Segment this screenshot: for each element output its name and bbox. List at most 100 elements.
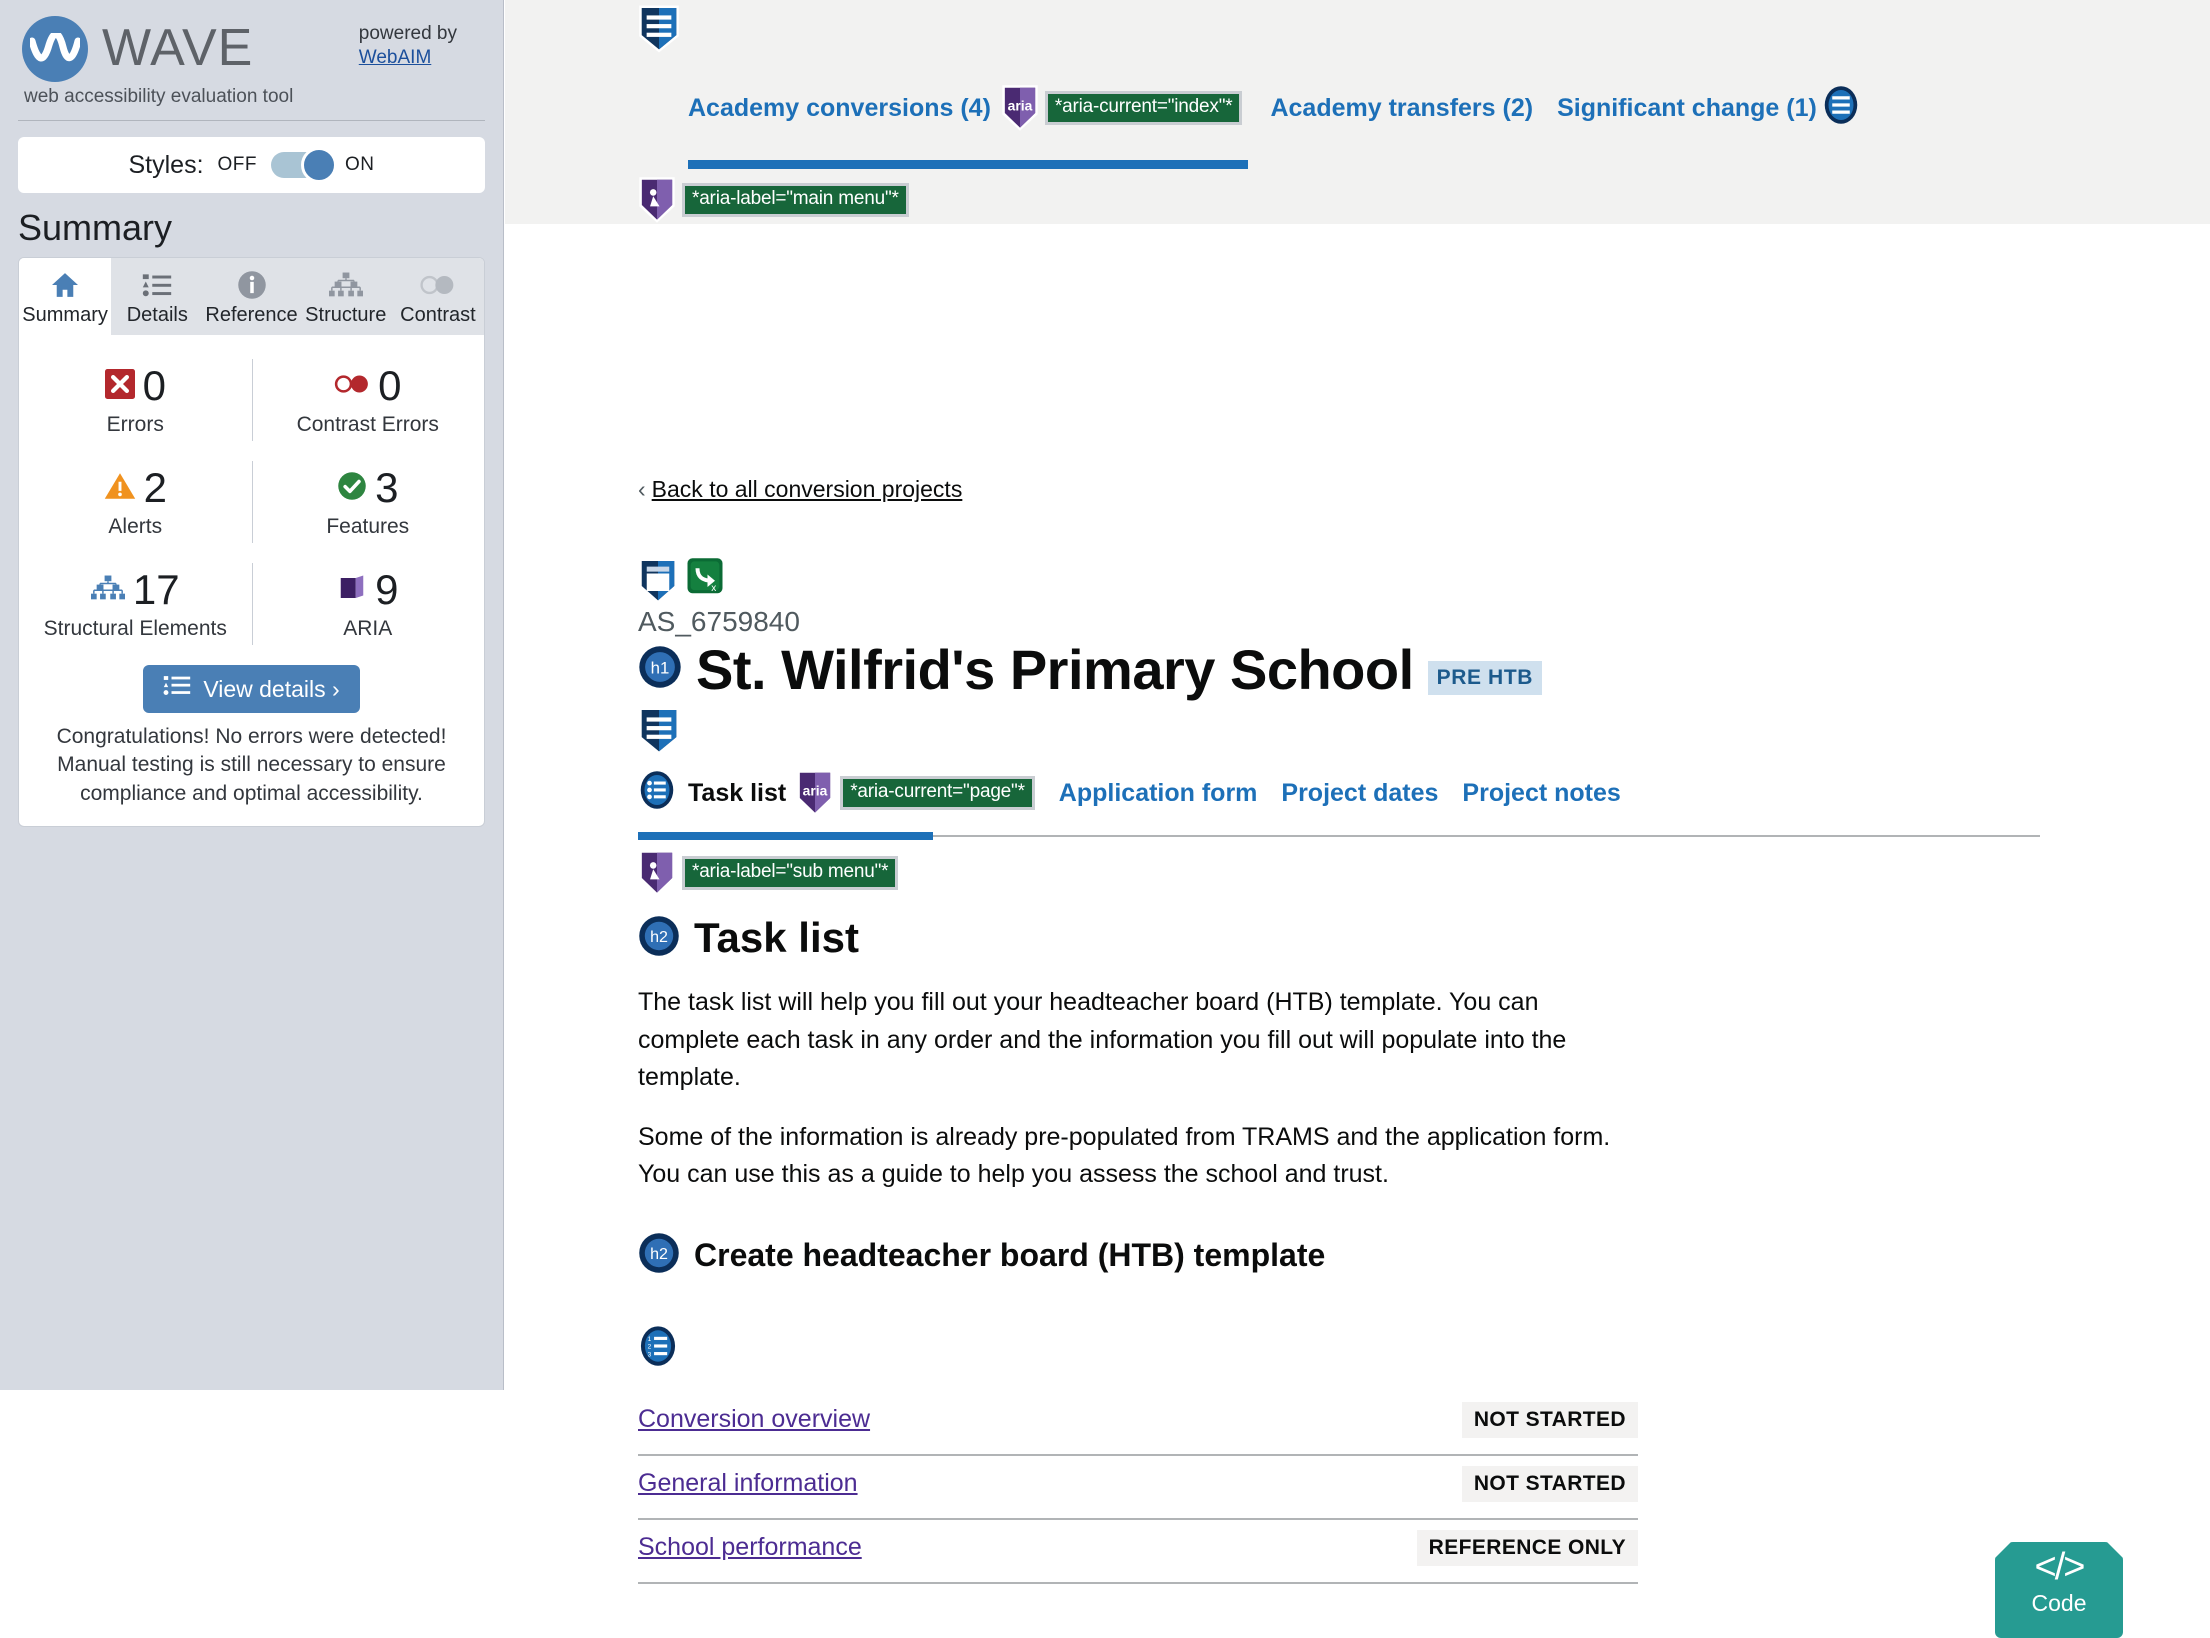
stat-structural-elements: 17 Structural Elements xyxy=(19,553,252,655)
contrast-circles-icon xyxy=(334,373,370,400)
check-circle-icon xyxy=(337,471,367,506)
sub-nav-item-task-list[interactable]: Task list xyxy=(688,779,786,808)
stat-aria-value-row: 9 xyxy=(256,569,481,611)
styles-toggle-switch[interactable] xyxy=(271,147,338,183)
sub-nav-item-project-notes[interactable]: Project notes xyxy=(1462,779,1620,808)
main-menu-aria-label-tag: *aria-label="main menu"* xyxy=(682,183,909,217)
task-link-general-information[interactable]: General information xyxy=(638,1469,858,1498)
page-title-row: h1 St. Wilfrid's Primary School PRE HTB xyxy=(638,639,1543,701)
sub-menu-aria-label-tag: *aria-label="sub menu"* xyxy=(682,856,899,890)
aria-label-tag-icon xyxy=(638,849,676,897)
stat-contrast-errors-value: 0 xyxy=(378,362,402,409)
stat-contrast-errors: 0 Contrast Errors xyxy=(251,349,485,451)
h1-marker-icon: h1 xyxy=(638,645,682,694)
stat-structural-elements-value-row: 17 xyxy=(23,569,248,611)
code-button[interactable]: </> Code xyxy=(1995,1542,2123,1638)
stat-features-value-row: 3 xyxy=(256,467,481,509)
ordered-list-icon xyxy=(1823,85,1859,132)
stat-aria-label: ARIA xyxy=(343,617,393,640)
stat-aria: 9 ARIA xyxy=(251,553,485,655)
stat-structural-elements-value: 17 xyxy=(132,566,180,613)
tab-structure[interactable]: Structure xyxy=(300,258,392,335)
info-icon xyxy=(205,268,297,302)
styles-toggle-knob[interactable] xyxy=(301,147,338,183)
body-column: h2 Task list The task list will help you… xyxy=(638,914,1638,1584)
home-icon xyxy=(21,268,109,302)
nav-item-significant-change[interactable]: Significant change (1) xyxy=(1557,94,1817,123)
status-badge: NOT STARTED xyxy=(1461,1401,1638,1438)
stat-contrast-errors-label: Contrast Errors xyxy=(296,413,439,436)
body-heading-row: h2 Task list xyxy=(638,914,1638,962)
svg-text:aria: aria xyxy=(803,783,828,799)
svg-text:3: 3 xyxy=(648,1351,652,1358)
summary-heading: Summary xyxy=(18,207,173,248)
code-icon: </> xyxy=(2034,1546,2086,1588)
header-divider xyxy=(18,120,485,121)
powered-by-label: powered by xyxy=(358,23,457,44)
stat-row: 0 Errors 0 Contrast Errors xyxy=(19,349,484,451)
wave-sidebar: WAVE powered by WebAIM web accessibility… xyxy=(0,0,504,1390)
stat-errors-label: Errors xyxy=(106,413,164,436)
breadcrumb-back[interactable]: ‹ Back to all conversion projects xyxy=(638,476,962,503)
body-subheading-row: h2 Create headteacher board (HTB) templa… xyxy=(638,1232,1638,1279)
stat-errors: 0 Errors xyxy=(19,349,252,451)
main-content: Academy conversions (4) aria *aria-curre… xyxy=(505,0,2210,1638)
sub-nav-rule xyxy=(638,832,2040,840)
table-row: General information NOT STARTED xyxy=(638,1456,1638,1520)
tab-contrast[interactable]: Contrast xyxy=(392,258,484,335)
tab-reference-label: Reference xyxy=(205,304,298,326)
sub-nav-item-application-form[interactable]: Application form xyxy=(1059,779,1258,808)
wave-tabs: Summary Details Reference Structure Cont… xyxy=(19,258,484,335)
h2-marker-icon: h2 xyxy=(638,1232,680,1279)
main-menu-aria-label-row: *aria-label="main menu"* xyxy=(638,176,909,224)
body-heading: Task list xyxy=(694,914,859,961)
alert-triangle-icon xyxy=(104,472,136,505)
code-button-label: Code xyxy=(2031,1590,2087,1616)
stat-row: 2 Alerts 3 Features xyxy=(19,451,484,553)
wave-tagline: web accessibility evaluation tool xyxy=(24,86,294,107)
stat-alerts-value: 2 xyxy=(143,464,167,511)
view-details-button[interactable]: View details › xyxy=(143,665,360,713)
back-to-all-conversion-projects-link[interactable]: Back to all conversion projects xyxy=(652,476,963,502)
status-badge: REFERENCE ONLY xyxy=(1416,1529,1638,1566)
styles-toggle-bar[interactable]: Styles: OFF ON xyxy=(18,137,485,193)
stat-features: 3 Features xyxy=(251,451,485,553)
stat-alerts-label: Alerts xyxy=(108,515,163,538)
task-link-school-performance[interactable]: School performance xyxy=(638,1533,862,1562)
list-icon xyxy=(113,268,201,302)
webaim-link[interactable]: WebAIM xyxy=(359,46,457,70)
stat-features-label: Features xyxy=(326,515,410,538)
status-badge: NOT STARTED xyxy=(1461,1465,1638,1502)
wave-logo-row: WAVE powered by WebAIM xyxy=(22,16,481,82)
styles-label: Styles: xyxy=(128,150,204,179)
tab-details[interactable]: Details xyxy=(111,258,203,335)
tab-contrast-label: Contrast xyxy=(400,304,476,326)
sub-nav: Task list aria *aria-current="page"* App… xyxy=(638,769,2180,897)
stat-features-value: 3 xyxy=(375,464,399,511)
styles-on-label: ON xyxy=(345,154,375,175)
table-row: School performance REFERENCE ONLY xyxy=(638,1520,1638,1584)
unordered-list-icon xyxy=(638,770,676,817)
aria-current-index-tag: *aria-current="index"* xyxy=(1044,91,1243,125)
svg-text:h2: h2 xyxy=(650,928,668,946)
top-band: Academy conversions (4) aria *aria-curre… xyxy=(505,0,2210,224)
aria-shield-icon: aria xyxy=(1001,84,1039,132)
wave-logo-icon xyxy=(22,16,88,82)
nav-item-academy-conversions[interactable]: Academy conversions (4) xyxy=(688,94,991,123)
stat-contrast-errors-value-row: 0 xyxy=(256,365,481,407)
nav-item-academy-transfers[interactable]: Academy transfers (2) xyxy=(1270,94,1533,123)
wave-header: WAVE powered by WebAIM web accessibility… xyxy=(0,0,503,108)
body-paragraph-1: The task list will help you fill out you… xyxy=(638,988,1567,1091)
task-link-conversion-overview[interactable]: Conversion overview xyxy=(638,1405,870,1434)
tab-summary[interactable]: Summary xyxy=(19,258,112,335)
h2-marker-icon: h2 xyxy=(638,915,680,962)
aria-shield-icon: aria xyxy=(796,769,834,817)
sub-menu-aria-label-row: *aria-label="sub menu"* xyxy=(638,849,2180,897)
sub-nav-item-project-dates[interactable]: Project dates xyxy=(1281,779,1438,808)
stat-row: 17 Structural Elements 9 ARIA xyxy=(19,553,484,655)
sub-nav-links: Task list aria *aria-current="page"* App… xyxy=(638,769,2180,817)
structure-icon xyxy=(302,268,390,302)
tab-reference[interactable]: Reference xyxy=(203,258,299,335)
main-nav-active-underline xyxy=(688,160,1248,169)
view-details-label: View details › xyxy=(203,675,340,702)
